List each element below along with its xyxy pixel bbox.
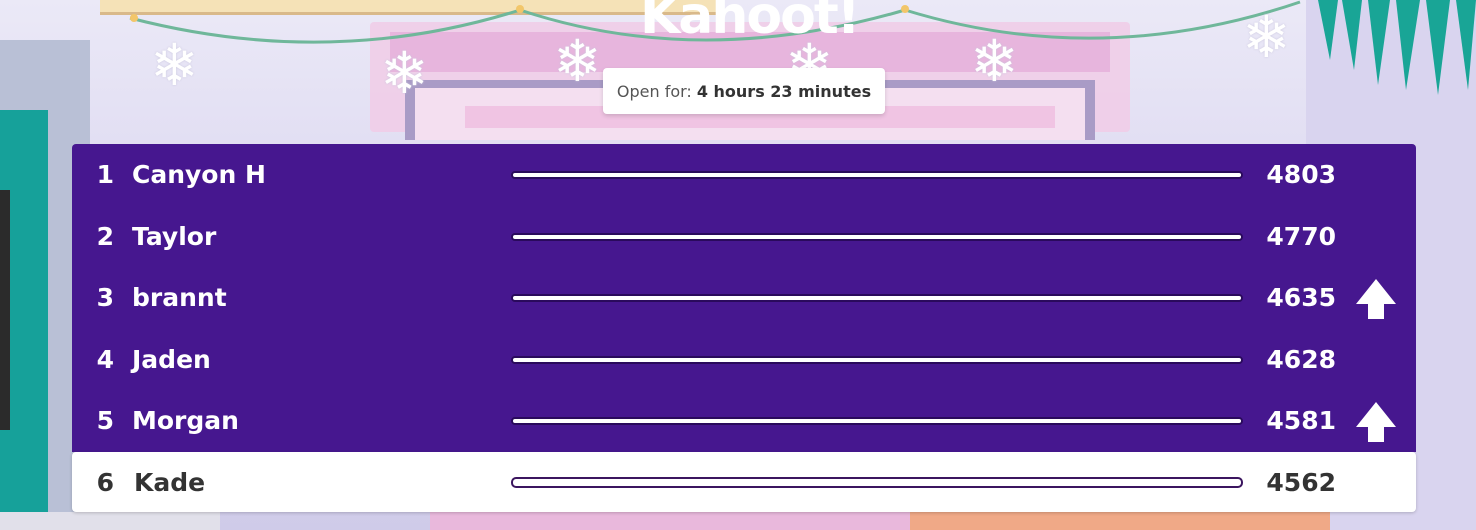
rank-number: 5 — [96, 406, 114, 435]
snowflake-icon: ❄ — [150, 31, 199, 99]
score-progress-fill — [513, 173, 1241, 177]
score-progress-fill — [513, 235, 1241, 239]
player-name: Morgan — [132, 406, 239, 435]
leaderboard-row: 3 brannt 4635 — [72, 267, 1416, 329]
arrow-up-icon — [1356, 279, 1396, 319]
snowflake-icon: ❄ — [970, 27, 1019, 95]
player-score: 4803 — [1266, 160, 1336, 189]
score-progress-bar — [511, 417, 1243, 425]
score-progress-bar — [511, 294, 1243, 302]
leaderboard: 1 Canyon H 4803 2 Taylor 4770 3 brannt 4635 4 Jade… — [72, 144, 1416, 514]
player-name: Taylor — [132, 222, 217, 251]
player-score: 4562 — [1266, 468, 1336, 497]
rank-number: 6 — [96, 468, 114, 497]
leaderboard-row: 4 Jaden 4628 — [72, 329, 1416, 391]
timer-label: Open for: — [616, 81, 692, 101]
score-progress-bar — [511, 477, 1243, 488]
player-name: Jaden — [132, 345, 211, 374]
leaderboard-row: 1 Canyon H 4803 — [72, 144, 1416, 206]
snowflake-icon: ❄ — [380, 39, 429, 107]
score-progress-fill — [514, 480, 1240, 485]
score-progress-fill — [513, 358, 1241, 362]
leaderboard-row-current-player: 6 Kade 4562 — [72, 452, 1416, 512]
rank-number: 1 — [96, 160, 114, 189]
player-score: 4770 — [1266, 222, 1336, 251]
leaderboard-row: 5 Morgan 4581 — [72, 390, 1416, 452]
player-name: brannt — [132, 283, 227, 312]
player-score: 4628 — [1266, 345, 1336, 374]
player-score: 4581 — [1266, 406, 1336, 435]
score-progress-bar — [511, 233, 1243, 241]
snowflake-icon: ❄ — [553, 27, 602, 95]
score-progress-fill — [513, 296, 1241, 300]
kahoot-logo: Kahoot! — [640, 0, 860, 46]
player-name: Kade — [134, 468, 206, 497]
player-name: Canyon H — [132, 160, 266, 189]
rank-number: 2 — [96, 222, 114, 251]
open-for-timer: Open for: 4 hours 23 minutes — [603, 68, 885, 114]
rank-number: 4 — [96, 345, 114, 374]
score-progress-bar — [511, 356, 1243, 364]
score-progress-fill — [513, 419, 1241, 423]
timer-value: 4 hours 23 minutes — [696, 81, 872, 101]
arrow-up-icon — [1356, 402, 1396, 442]
score-progress-bar — [511, 171, 1243, 179]
player-score: 4635 — [1266, 283, 1336, 312]
leaderboard-row: 2 Taylor 4770 — [72, 206, 1416, 268]
rank-number: 3 — [96, 283, 114, 312]
snowflake-icon: ❄ — [1242, 3, 1291, 71]
